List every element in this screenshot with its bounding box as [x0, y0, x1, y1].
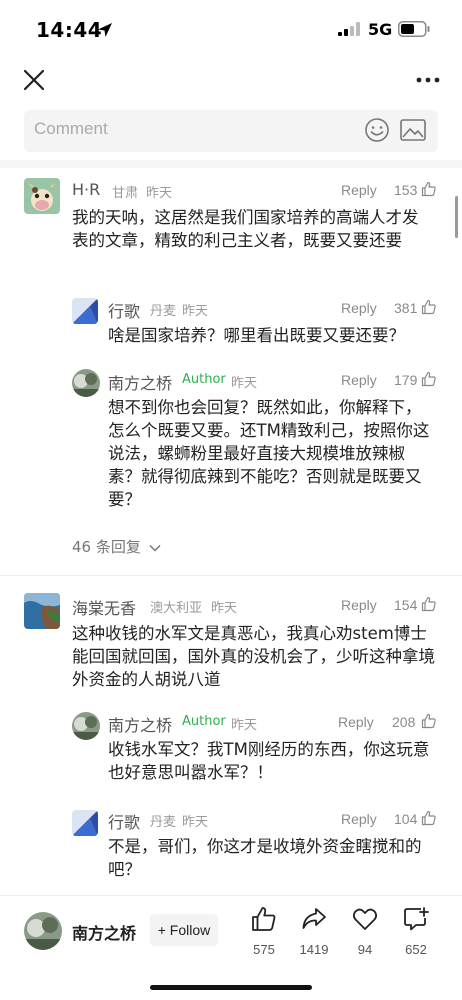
comment-text: 我的天呐，这居然是我们国家培养的高端人才发表的文章，精致的利己主义者，既要又要还…	[72, 208, 419, 250]
like-count: 575	[253, 942, 275, 957]
status-time: 14:44	[36, 18, 103, 42]
author-name[interactable]: 南方之桥	[72, 920, 136, 944]
avatar[interactable]	[72, 810, 98, 836]
comment-time: 昨天	[231, 718, 258, 733]
like-count: 381	[394, 300, 418, 316]
reply-button[interactable]: Reply	[341, 372, 377, 388]
reply-button[interactable]: Reply	[341, 300, 377, 316]
reply-button[interactable]: Reply	[338, 714, 374, 730]
thumbs-up-icon[interactable]	[421, 810, 437, 826]
author-tag: Author	[182, 714, 226, 729]
commenter-name[interactable]: H·R	[72, 180, 100, 199]
comment-time: 昨天	[182, 304, 209, 319]
nav-bar	[0, 56, 462, 108]
comment-time: 昨天	[231, 376, 258, 391]
comment-text: 收钱水军文？我TM刚经历的东西，你这玩意也好意思叫嚣水军？！	[108, 740, 430, 782]
commenter-name[interactable]: 南方之桥	[108, 370, 172, 394]
image-icon[interactable]	[400, 119, 426, 141]
cow-avatar-icon	[24, 178, 60, 214]
avatar[interactable]	[24, 178, 60, 214]
comment-text: 这种收钱的水军文是真恶心，我真心劝stem博士能回国就回国，国外真的没机会了，少…	[72, 624, 435, 689]
battery-icon	[398, 21, 430, 37]
more-replies-label: 46 条回复	[72, 538, 141, 556]
commenter-name[interactable]: 行歌	[108, 298, 140, 322]
reply-button[interactable]: Reply	[341, 597, 377, 613]
like-count: 179	[394, 372, 418, 388]
comment-action[interactable]: 652	[396, 906, 436, 957]
landscape-avatar-icon	[72, 298, 98, 324]
commenter-name[interactable]: 南方之桥	[108, 712, 172, 736]
comment-count: 652	[405, 942, 427, 957]
thumbs-up-icon[interactable]	[421, 713, 437, 729]
comment-placeholder: Comment	[34, 119, 108, 138]
close-icon[interactable]	[22, 68, 46, 92]
heart-icon	[352, 908, 378, 930]
tree-avatar-icon	[72, 369, 100, 397]
reply-button[interactable]: Reply	[341, 811, 377, 827]
home-indicator[interactable]	[150, 985, 312, 990]
thumbs-up-icon[interactable]	[421, 371, 437, 387]
network-type: 5G	[368, 20, 393, 39]
location-arrow-icon	[98, 23, 112, 37]
reply-button[interactable]: Reply	[341, 182, 377, 198]
favorite-count: 94	[357, 942, 373, 957]
commenter-name[interactable]: 海棠无香	[72, 595, 136, 619]
thumbs-up-icon	[252, 907, 276, 931]
share-count: 1419	[299, 942, 329, 957]
tree-avatar-icon	[72, 712, 100, 740]
follow-button[interactable]: + Follow	[150, 914, 218, 946]
avatar[interactable]	[72, 298, 98, 324]
more-replies-link[interactable]: 46 条回复	[72, 536, 161, 557]
like-count: 104	[394, 811, 418, 827]
author-avatar[interactable]	[24, 912, 62, 950]
signal-icon	[338, 22, 360, 36]
chevron-down-icon	[149, 544, 161, 552]
landscape-avatar-icon	[72, 810, 98, 836]
like-action[interactable]: 575	[244, 906, 284, 957]
tree-avatar-icon	[24, 912, 62, 950]
commenter-name[interactable]: 行歌	[108, 809, 140, 833]
section-divider	[0, 160, 462, 168]
share-action[interactable]: 1419	[294, 906, 334, 957]
comment-text: 不是，哥们，你这才是收境外资金瞎搅和的吧？	[108, 837, 422, 879]
like-count: 154	[394, 597, 418, 613]
comment-input[interactable]: Comment	[24, 110, 438, 152]
comment-location: 丹麦	[150, 815, 177, 830]
comment-text: 想不到你也会回复？既然如此，你解释下，怎么个既要又要。还TM精致利己，按照你这说…	[108, 398, 430, 509]
comment-location: 甘肃	[112, 186, 139, 201]
comment-add-icon	[404, 907, 429, 931]
emoji-icon[interactable]	[364, 117, 390, 143]
comment-time: 昨天	[146, 186, 173, 201]
coast-avatar-icon	[24, 593, 60, 629]
bottom-bar: 南方之桥 + Follow 575 1419 94 652	[0, 895, 462, 1000]
author-tag: Author	[182, 372, 226, 387]
status-bar: 14:44 5G	[0, 0, 462, 56]
comment-text: 啥是国家培养？哪里看出既要又要还要？	[108, 326, 405, 345]
thumbs-up-icon[interactable]	[421, 299, 437, 315]
comment-divider	[0, 575, 462, 576]
comment-location: 澳大利亚	[150, 601, 203, 616]
comment-time: 昨天	[211, 601, 238, 616]
like-count: 153	[394, 182, 418, 198]
thumbs-up-icon[interactable]	[421, 596, 437, 612]
comment-time: 昨天	[182, 815, 209, 830]
favorite-action[interactable]: 94	[345, 906, 385, 957]
scrollbar[interactable]	[455, 196, 458, 238]
comment-location: 丹麦	[150, 304, 177, 319]
avatar[interactable]	[72, 712, 100, 740]
share-icon	[302, 908, 326, 929]
more-options-icon[interactable]	[414, 70, 442, 90]
thumbs-up-icon[interactable]	[421, 181, 437, 197]
avatar[interactable]	[24, 593, 60, 629]
like-count: 208	[392, 714, 416, 730]
avatar[interactable]	[72, 369, 100, 397]
